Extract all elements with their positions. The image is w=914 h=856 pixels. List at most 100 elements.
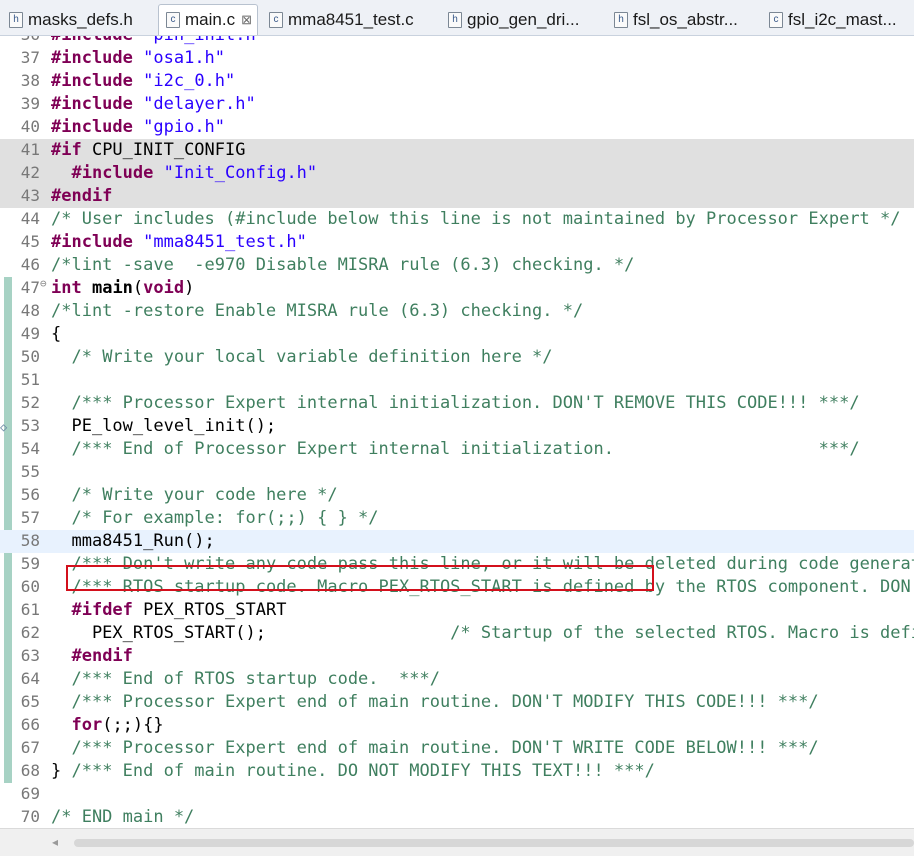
line-number: 61 (20, 600, 40, 619)
tab-label: fsl_i2c_mast... (788, 9, 897, 29)
code-token: /*lint -restore Enable MISRA rule (6.3) … (51, 301, 584, 321)
h-file-icon: h (614, 11, 628, 28)
code-editor[interactable]: 36 #include "pin_init.h" 37 #include "osa1.… (0, 36, 914, 828)
code-token: /*** End of Processor Expert internal in… (71, 439, 860, 459)
code-line[interactable]: 39 #include "delayer.h" (0, 93, 914, 116)
code-line[interactable]: 50 /* Write your local variable definiti… (0, 346, 914, 369)
code-token: /* Write your local variable definition … (71, 347, 553, 367)
code-line[interactable]: 49 { (0, 323, 914, 346)
code-line[interactable]: 65 /*** Processor Expert end of main rou… (0, 691, 914, 714)
code-token: /*** End of RTOS startup code. ***/ (71, 669, 440, 689)
code-line[interactable]: 58 mma8451_Run(); (0, 530, 914, 553)
code-token: "Init_Config.h" (163, 163, 318, 183)
code-token: /*** Processor Expert internal initializ… (71, 393, 860, 413)
code-token: "osa1.h" (143, 48, 226, 68)
code-line[interactable]: 54 /*** End of Processor Expert internal… (0, 438, 914, 461)
code-text: #ifdef PEX_RTOS_START (51, 600, 286, 620)
line-number: 53 (20, 416, 40, 435)
code-line[interactable]: ◇ 53 PE_low_level_init(); (0, 415, 914, 438)
fold-toggle-icon[interactable]: ⊖ (40, 277, 47, 290)
code-line[interactable]: 45 #include "mma8451_test.h" (0, 231, 914, 254)
line-number: 40 (20, 117, 40, 136)
line-number: 42 (20, 163, 40, 182)
code-line[interactable]: 61 #ifdef PEX_RTOS_START (0, 599, 914, 622)
line-number: 52 (20, 393, 40, 412)
code-token: "mma8451_test.h" (143, 232, 307, 252)
code-token: #endif (71, 646, 133, 666)
tab-label: masks_defs.h (28, 9, 133, 29)
code-line[interactable]: 42 #include "Init_Config.h" (0, 162, 914, 185)
code-line[interactable]: 47 ⊖ int main(void) (0, 277, 914, 300)
code-line[interactable]: 57 /* For example: for(;;) { } */ (0, 507, 914, 530)
code-line[interactable]: 64 /*** End of RTOS startup code. ***/ (0, 668, 914, 691)
code-line[interactable]: 48 /*lint -restore Enable MISRA rule (6.3… (0, 300, 914, 323)
code-text: /* For example: for(;;) { } */ (51, 508, 379, 528)
code-text: #endif (51, 646, 133, 666)
code-line[interactable]: 43 #endif (0, 185, 914, 208)
code-token: #include (51, 36, 133, 45)
line-number: 60 (20, 577, 40, 596)
scroll-left-arrow-icon[interactable]: ◂ (52, 835, 58, 849)
line-number: 49 (20, 324, 40, 343)
close-tab-icon[interactable]: ⊠ (241, 12, 252, 28)
line-number: 58 (20, 531, 40, 550)
code-line[interactable]: 68} /*** End of main routine. DO NOT MOD… (0, 760, 914, 783)
code-line[interactable]: 38 #include "i2c_0.h" (0, 70, 914, 93)
code-line[interactable]: 51 (0, 369, 914, 392)
code-line[interactable]: 63 #endif (0, 645, 914, 668)
code-line[interactable]: 55 (0, 461, 914, 484)
code-text: /*lint -restore Enable MISRA rule (6.3) … (51, 301, 583, 321)
code-line[interactable]: 67 /*** Processor Expert end of main rou… (0, 737, 914, 760)
code-line[interactable]: 41 #if CPU_INIT_CONFIG (0, 139, 914, 162)
code-token: /* User includes (#include below this li… (51, 209, 901, 229)
code-text: #include "gpio.h" (51, 117, 225, 137)
line-number: 39 (20, 94, 40, 113)
line-number: 62 (20, 623, 40, 642)
line-number: 65 (20, 692, 40, 711)
code-token: } (51, 761, 72, 781)
code-line[interactable]: 62 PEX_RTOS_START(); /* Startup of the s… (0, 622, 914, 645)
code-line[interactable]: 36 #include "pin_init.h" (0, 36, 914, 47)
line-number: 38 (20, 71, 40, 90)
code-token: #if (51, 140, 82, 160)
code-text: for(;;){} (51, 715, 164, 735)
code-line[interactable]: 66 for(;;){} (0, 714, 914, 737)
code-line[interactable]: 70 /* END main */ (0, 806, 914, 828)
code-line[interactable]: 56 /* Write your code here */ (0, 484, 914, 507)
code-token: "i2c_0.h" (143, 71, 236, 91)
line-number: 68 (20, 761, 40, 780)
code-line[interactable]: 46 /*lint -save -e970 Disable MISRA rule … (0, 254, 914, 277)
scrollbar-thumb[interactable] (74, 839, 914, 847)
tab-mma8451-test-c[interactable]: c mma8451_test.c (262, 4, 438, 35)
code-token: /* For example: for(;;) { } */ (71, 508, 379, 528)
code-line[interactable]: 52 /*** Processor Expert internal initia… (0, 392, 914, 415)
code-text: /* Write your code here */ (51, 485, 337, 505)
code-line[interactable]: 69 (0, 783, 914, 806)
tab-gpio-gen-dri[interactable]: h gpio_gen_dri... (441, 4, 604, 35)
editor-tab-bar: h masks_defs.h c main.c ⊠ c mma8451_test.c h gpi… (0, 0, 914, 36)
code-line[interactable]: 40 #include "gpio.h" (0, 116, 914, 139)
code-line[interactable]: 37 #include "osa1.h" (0, 47, 914, 70)
code-text: /* User includes (#include below this li… (51, 209, 901, 229)
code-text: PEX_RTOS_START(); /* Startup of the sele… (51, 623, 914, 643)
tab-label: main.c (185, 10, 236, 29)
code-token: /*** End of main routine. DO NOT MODIFY … (71, 761, 655, 781)
code-token: PEX_RTOS_START (132, 600, 287, 620)
horizontal-scrollbar[interactable]: ◂ (0, 828, 914, 856)
breakpoint-marker-icon[interactable]: ◇ (0, 420, 7, 434)
tab-fsl-os-abstr[interactable]: h fsl_os_abstr... (607, 4, 759, 35)
code-token: (;;){} (102, 715, 164, 735)
tab-fsl-i2c-mast[interactable]: c fsl_i2c_mast... (762, 4, 914, 35)
code-line[interactable]: 44 /* User includes (#include below this … (0, 208, 914, 231)
tab-masks-defs-h[interactable]: h masks_defs.h (2, 4, 156, 35)
tab-main-c[interactable]: c main.c ⊠ (158, 4, 258, 35)
